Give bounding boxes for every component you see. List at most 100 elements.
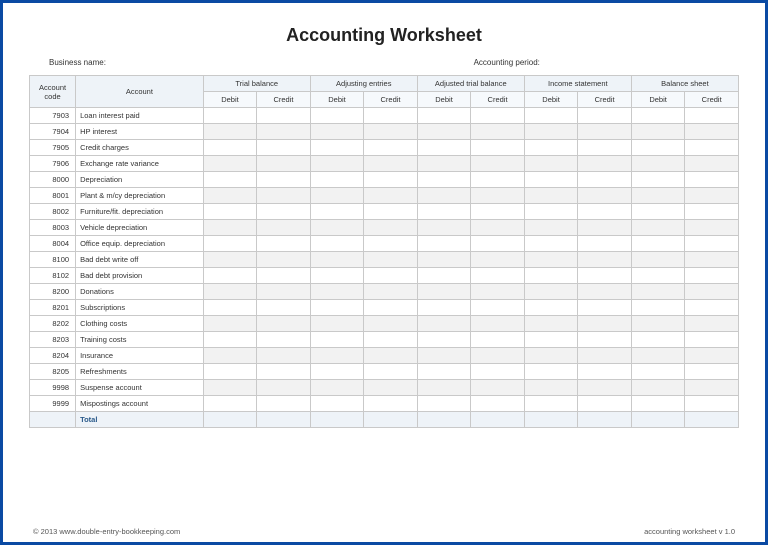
cell-value[interactable] — [524, 252, 578, 268]
cell-value[interactable] — [524, 364, 578, 380]
cell-value[interactable] — [685, 236, 739, 252]
cell-code[interactable]: 7905 — [30, 140, 76, 156]
cell-value[interactable] — [310, 348, 364, 364]
cell-value[interactable] — [203, 380, 257, 396]
cell-account[interactable]: Suspense account — [76, 380, 204, 396]
cell-account[interactable]: Donations — [76, 284, 204, 300]
cell-value[interactable] — [203, 220, 257, 236]
cell-value[interactable] — [524, 188, 578, 204]
cell-value[interactable] — [471, 172, 525, 188]
cell-value[interactable] — [471, 396, 525, 412]
cell-value[interactable] — [685, 396, 739, 412]
cell-value[interactable] — [524, 332, 578, 348]
cell-value[interactable] — [524, 124, 578, 140]
cell-value[interactable] — [685, 108, 739, 124]
cell-value[interactable] — [471, 236, 525, 252]
cell-value[interactable] — [310, 188, 364, 204]
cell-value[interactable] — [631, 268, 685, 284]
cell-value[interactable] — [417, 140, 471, 156]
cell-value[interactable] — [417, 300, 471, 316]
cell-value[interactable] — [631, 396, 685, 412]
cell-value[interactable] — [310, 140, 364, 156]
cell-value[interactable] — [257, 220, 311, 236]
cell-value[interactable] — [364, 172, 418, 188]
cell-value[interactable] — [524, 140, 578, 156]
cell-value[interactable] — [524, 156, 578, 172]
cell-value[interactable] — [364, 380, 418, 396]
cell-value[interactable] — [578, 124, 632, 140]
cell-value[interactable] — [685, 220, 739, 236]
cell-value[interactable] — [685, 172, 739, 188]
cell-value[interactable] — [685, 156, 739, 172]
cell-account[interactable]: Exchange rate variance — [76, 156, 204, 172]
cell-value[interactable] — [578, 204, 632, 220]
cell-value[interactable] — [631, 140, 685, 156]
cell-value[interactable] — [203, 396, 257, 412]
cell-value[interactable] — [364, 332, 418, 348]
cell-value[interactable] — [685, 268, 739, 284]
cell-value[interactable] — [524, 220, 578, 236]
cell-value[interactable] — [631, 348, 685, 364]
cell-value[interactable] — [417, 348, 471, 364]
cell-value[interactable] — [310, 108, 364, 124]
cell-value[interactable] — [578, 220, 632, 236]
cell-value[interactable] — [257, 156, 311, 172]
cell-value[interactable] — [310, 300, 364, 316]
cell-value[interactable] — [631, 284, 685, 300]
cell-value[interactable] — [631, 364, 685, 380]
cell-value[interactable] — [310, 396, 364, 412]
cell-value[interactable] — [203, 364, 257, 380]
cell-value[interactable] — [578, 396, 632, 412]
cell-value[interactable] — [578, 252, 632, 268]
cell-value[interactable] — [257, 300, 311, 316]
cell-value[interactable] — [471, 348, 525, 364]
cell-value[interactable] — [631, 300, 685, 316]
cell-value[interactable] — [685, 364, 739, 380]
cell-value[interactable] — [364, 124, 418, 140]
cell-value[interactable] — [631, 236, 685, 252]
cell-value[interactable] — [524, 236, 578, 252]
cell-value[interactable] — [203, 172, 257, 188]
cell-value[interactable] — [578, 364, 632, 380]
cell-value[interactable] — [471, 332, 525, 348]
cell-value[interactable] — [417, 220, 471, 236]
cell-value[interactable] — [685, 204, 739, 220]
cell-code[interactable]: 8000 — [30, 172, 76, 188]
cell-value[interactable] — [578, 268, 632, 284]
cell-value[interactable] — [364, 316, 418, 332]
cell-value[interactable] — [524, 380, 578, 396]
cell-value[interactable] — [417, 156, 471, 172]
cell-account[interactable]: Bad debt write off — [76, 252, 204, 268]
cell-value[interactable] — [524, 316, 578, 332]
cell-value[interactable] — [203, 252, 257, 268]
cell-account[interactable]: Subscriptions — [76, 300, 204, 316]
cell-value[interactable] — [578, 156, 632, 172]
cell-account[interactable]: Training costs — [76, 332, 204, 348]
cell-value[interactable] — [578, 380, 632, 396]
cell-value[interactable] — [364, 140, 418, 156]
cell-value[interactable] — [310, 268, 364, 284]
cell-value[interactable] — [685, 140, 739, 156]
cell-value[interactable] — [471, 284, 525, 300]
cell-value[interactable] — [203, 108, 257, 124]
cell-value[interactable] — [310, 252, 364, 268]
cell-value[interactable] — [471, 316, 525, 332]
cell-value[interactable] — [203, 300, 257, 316]
cell-value[interactable] — [310, 284, 364, 300]
cell-value[interactable] — [257, 204, 311, 220]
cell-value[interactable] — [631, 108, 685, 124]
cell-value[interactable] — [524, 284, 578, 300]
cell-value[interactable] — [524, 396, 578, 412]
cell-code[interactable]: 8202 — [30, 316, 76, 332]
cell-account[interactable]: Bad debt provision — [76, 268, 204, 284]
cell-value[interactable] — [364, 108, 418, 124]
cell-account[interactable]: Credit charges — [76, 140, 204, 156]
cell-value[interactable] — [364, 300, 418, 316]
cell-value[interactable] — [685, 252, 739, 268]
cell-code[interactable]: 8102 — [30, 268, 76, 284]
cell-value[interactable] — [203, 348, 257, 364]
cell-value[interactable] — [257, 348, 311, 364]
cell-code[interactable]: 8201 — [30, 300, 76, 316]
cell-value[interactable] — [471, 204, 525, 220]
cell-value[interactable] — [203, 284, 257, 300]
